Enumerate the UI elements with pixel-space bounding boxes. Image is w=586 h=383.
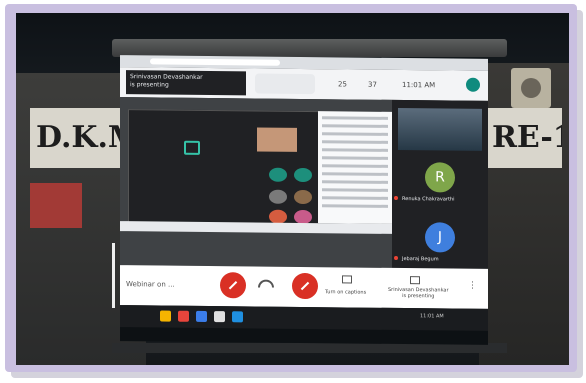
panel-row[interactable] [322,196,388,200]
wall-banner-left: D.K.M [30,108,122,168]
tray-clock: 11:01 AM [420,313,444,319]
projector-screen-roller [112,39,507,57]
tray-time: 11:01 AM [420,313,444,320]
captions-icon[interactable] [342,275,352,284]
mic-off-icon [394,195,398,200]
meet-clock: 11:01 AM [402,81,436,90]
participant-avatar-j: J [425,222,455,253]
shared-screen [128,109,320,226]
panel-row[interactable] [322,204,388,208]
captions-label[interactable]: Turn on captions [325,289,366,295]
meet-top-bar: Srinivasan Devashankar is presenting 25 … [120,67,488,101]
inner-taskbar [120,221,392,234]
participant-dot [294,167,312,183]
presenting-label[interactable]: Srinivasan Devashankar is presenting [388,287,449,300]
more-options-icon[interactable]: ⋮ [468,281,477,291]
projected-screen: Srinivasan Devashankar is presenting 25 … [120,55,488,345]
app-icon[interactable] [214,311,225,323]
meeting-title: Webinar on ... [126,280,175,289]
panel-row[interactable] [322,188,388,192]
participant-grid: R Renuka Chakravarthi J Jebaraj Begum [392,99,488,269]
panel-row[interactable] [322,140,388,144]
participant-avatar-r: R [425,162,455,193]
red-poster [30,183,82,228]
participant-dot [269,167,287,182]
present-now-icon[interactable] [410,276,420,285]
hang-up-button[interactable] [258,279,274,288]
mic-off-icon [394,255,398,260]
panel-row[interactable] [322,132,388,136]
panel-row[interactable] [322,148,388,152]
participant-name-j: Jebaraj Begum [402,256,439,263]
user-avatar[interactable] [466,77,480,92]
participants-panel [318,111,392,224]
presenter-status: is presenting [130,81,169,89]
camera-toggle-button[interactable] [292,272,318,300]
wall-speaker [511,68,551,108]
panel-row[interactable] [322,124,388,128]
participant-dot [269,189,287,204]
present-icon [184,140,200,155]
panel-row[interactable] [322,172,388,176]
top-number-2: 37 [368,80,377,89]
participant-dot [294,189,312,205]
self-video-tile [257,127,297,152]
presentation-area [120,97,392,268]
meet-control-bar: Webinar on ... Turn on captions Srinivas… [120,265,488,309]
power-cord [112,243,115,308]
top-number-1: 25 [338,80,347,89]
address-bar[interactable] [150,58,280,66]
windows-taskbar: 11:01 AM [120,305,488,331]
panel-row[interactable] [322,180,388,184]
presenter-video-tile [398,107,482,151]
folder-icon[interactable] [160,310,171,322]
presenting-label-line2: is presenting [402,293,435,300]
app-icon[interactable] [196,310,207,322]
app-icon[interactable] [232,311,243,323]
chrome-icon[interactable] [178,310,189,322]
top-info-chip[interactable] [255,73,315,95]
panel-row[interactable] [322,116,388,120]
classroom-photo: D.K.M RE-1. Srinivasan Devashankar is pr… [16,13,569,365]
participant-name-r: Renuka Chakravarthi [402,196,455,203]
mic-toggle-button[interactable] [220,272,246,299]
presenter-banner: Srinivasan Devashankar is presenting [126,70,246,96]
wall-banner-right: RE-1. [488,108,562,168]
panel-row[interactable] [322,156,388,160]
panel-row[interactable] [322,164,388,168]
